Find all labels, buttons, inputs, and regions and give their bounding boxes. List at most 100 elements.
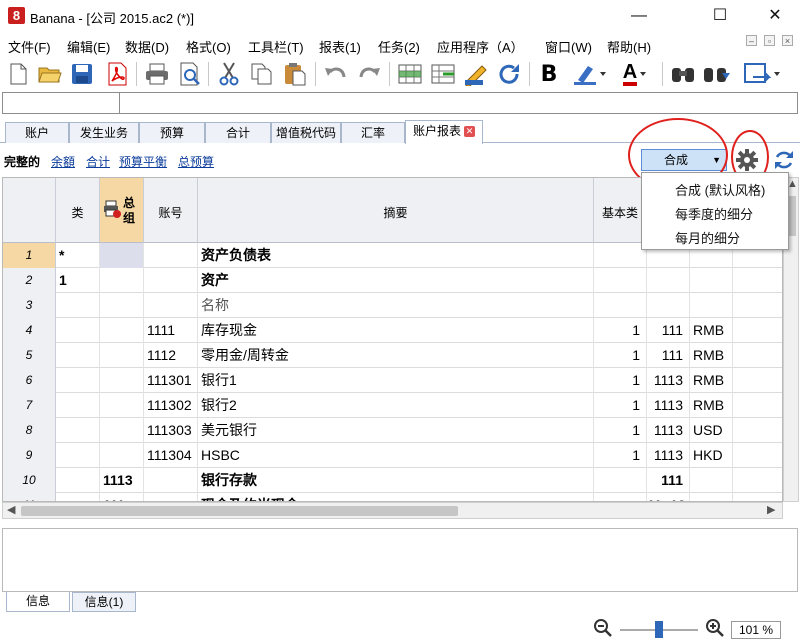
zoom-level[interactable]: 101 %: [731, 621, 781, 639]
tab-info-1[interactable]: 信息(1): [72, 592, 136, 612]
row-number[interactable]: 7: [3, 393, 56, 418]
cell-gr[interactable]: 1113: [647, 393, 690, 418]
cell-basetype[interactable]: 1: [594, 443, 647, 468]
cell-type[interactable]: *: [56, 243, 100, 268]
table-row[interactable]: 8 111303 美元银行 1 1113 USD: [3, 418, 782, 443]
recalculate-icon[interactable]: [495, 59, 523, 89]
cell-basetype[interactable]: 1: [594, 318, 647, 343]
view-link-budget-balance[interactable]: 预算平衡: [119, 153, 167, 170]
cell-extra[interactable]: [733, 443, 782, 468]
close-tab-icon[interactable]: ✕: [464, 126, 475, 137]
cell-gr[interactable]: 11~12: [647, 493, 690, 501]
row-number[interactable]: 8: [3, 418, 56, 443]
row-number[interactable]: 11: [3, 493, 56, 501]
row-number[interactable]: 1: [3, 243, 56, 268]
copy-icon[interactable]: [248, 59, 276, 89]
cell-group[interactable]: 111: [100, 493, 144, 501]
tab-accounts[interactable]: 账户: [5, 122, 69, 143]
table-row[interactable]: 9 111304 HSBC 1 1113 HKD: [3, 443, 782, 468]
cell-group[interactable]: [100, 343, 144, 368]
bold-icon[interactable]: B: [535, 59, 563, 89]
row-number[interactable]: 9: [3, 443, 56, 468]
cell-gr[interactable]: 1113: [647, 368, 690, 393]
layout-option-default[interactable]: 合成 (默认风格): [675, 180, 765, 199]
cell-basetype[interactable]: 1: [594, 418, 647, 443]
cell-type[interactable]: [56, 343, 100, 368]
cell-basetype[interactable]: [594, 268, 647, 293]
cell-account[interactable]: 1112: [144, 343, 198, 368]
header-basetype[interactable]: 基本类: [594, 178, 647, 243]
cell-group[interactable]: 1113: [100, 468, 144, 493]
cell-currency[interactable]: [690, 493, 733, 501]
cell-gr[interactable]: [647, 293, 690, 318]
tab-exchange-rates[interactable]: 汇率: [341, 122, 405, 143]
cell-extra[interactable]: [733, 368, 782, 393]
row-number[interactable]: 5: [3, 343, 56, 368]
view-link-total-budget[interactable]: 总预算: [178, 153, 214, 170]
cell-group[interactable]: [100, 393, 144, 418]
cell-currency[interactable]: HKD: [690, 443, 733, 468]
cell-group[interactable]: [100, 243, 144, 268]
cell-gr[interactable]: 111: [647, 318, 690, 343]
zoom-slider-handle[interactable]: [655, 621, 663, 638]
export-icon[interactable]: [741, 59, 783, 89]
maximize-button[interactable]: ☐: [697, 0, 743, 32]
cell-extra[interactable]: [733, 493, 782, 501]
cell-basetype[interactable]: [594, 493, 647, 501]
paste-icon[interactable]: [281, 59, 309, 89]
print-icon[interactable]: [143, 59, 171, 89]
font-color-icon[interactable]: A: [614, 59, 658, 89]
find-icon[interactable]: [669, 59, 697, 89]
cell-account[interactable]: [144, 493, 198, 501]
layout-option-quarterly[interactable]: 每季度的细分: [675, 204, 753, 223]
cell-type[interactable]: 1: [56, 268, 100, 293]
menu-format[interactable]: 格式(O): [186, 37, 231, 56]
header-type[interactable]: 类: [56, 178, 100, 243]
table-row[interactable]: 10 1113 银行存款 111: [3, 468, 782, 493]
tab-info[interactable]: 信息: [6, 592, 70, 612]
cell-currency[interactable]: [690, 268, 733, 293]
redo-icon[interactable]: [355, 59, 383, 89]
menu-tasks[interactable]: 任务(2): [378, 37, 420, 56]
zoom-out-icon[interactable]: [594, 619, 612, 637]
view-link-balance[interactable]: 余額: [51, 153, 75, 170]
cell-gr[interactable]: 111: [647, 343, 690, 368]
cell-account[interactable]: 111304: [144, 443, 198, 468]
refresh-icon[interactable]: [772, 148, 796, 172]
new-icon[interactable]: [4, 59, 32, 89]
cell-extra[interactable]: [733, 293, 782, 318]
cell-type[interactable]: [56, 368, 100, 393]
cell-account[interactable]: [144, 268, 198, 293]
cell-type[interactable]: [56, 443, 100, 468]
cell-description[interactable]: 零用金/周转金: [198, 343, 594, 368]
header-account[interactable]: 账号: [144, 178, 198, 243]
cell-basetype[interactable]: [594, 243, 647, 268]
mdi-minimize-icon[interactable]: –: [746, 35, 757, 46]
pdf-icon[interactable]: [103, 59, 131, 89]
cell-type[interactable]: [56, 468, 100, 493]
cell-account[interactable]: 111303: [144, 418, 198, 443]
cell-gr[interactable]: 1113: [647, 418, 690, 443]
cell-group[interactable]: [100, 443, 144, 468]
cell-gr[interactable]: 1113: [647, 443, 690, 468]
minimize-button[interactable]: —: [616, 0, 662, 32]
cell-description[interactable]: HSBC: [198, 443, 594, 468]
table-row[interactable]: 5 1112 零用金/周转金 1 111 RMB: [3, 343, 782, 368]
cell-group[interactable]: [100, 418, 144, 443]
table-row[interactable]: 4 1111 库存现金 1 111 RMB: [3, 318, 782, 343]
cell-description[interactable]: 美元银行: [198, 418, 594, 443]
cell-group[interactable]: [100, 268, 144, 293]
row-number[interactable]: 2: [3, 268, 56, 293]
cell-extra[interactable]: [733, 318, 782, 343]
tab-transactions[interactable]: 发生业务: [69, 122, 139, 143]
mdi-close-icon[interactable]: ×: [782, 35, 793, 46]
cell-gr[interactable]: [647, 268, 690, 293]
cell-currency[interactable]: RMB: [690, 368, 733, 393]
insert-row-icon[interactable]: [429, 59, 457, 89]
cell-group[interactable]: [100, 318, 144, 343]
menu-apps[interactable]: 应用程序（A）: [437, 37, 524, 56]
cut-icon[interactable]: [215, 59, 243, 89]
tab-budget[interactable]: 预算: [139, 122, 205, 143]
cell-basetype[interactable]: 1: [594, 393, 647, 418]
table-row[interactable]: 7 111302 银行2 1 1113 RMB: [3, 393, 782, 418]
